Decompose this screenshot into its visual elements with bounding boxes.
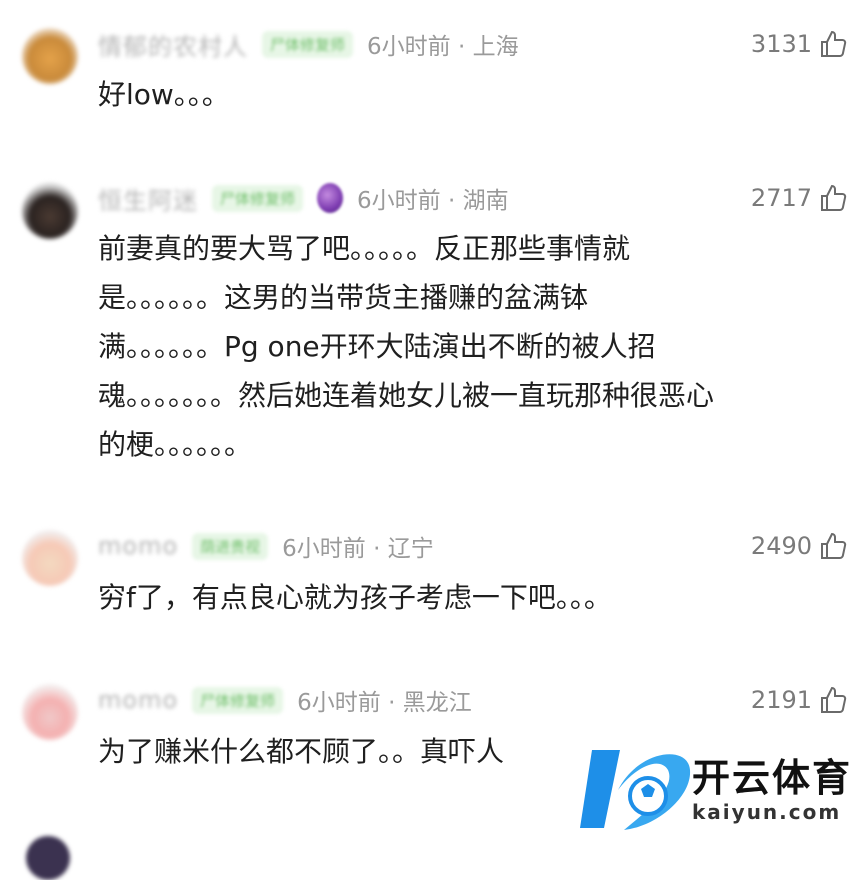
thumbs-up-icon (821, 532, 847, 559)
user-badge: 尸体修复师 (192, 686, 284, 714)
username[interactable]: 恒生阿迷 (98, 181, 198, 216)
username[interactable]: momo (98, 686, 178, 714)
like-count: 2490 (750, 532, 812, 560)
user-badge: 尸体修复师 (212, 184, 304, 212)
timestamp-location: 6小时前 · 黑龙江 (297, 690, 472, 716)
watermark: 开云体育 kaiyun.com (578, 740, 862, 840)
timestamp-location: 6小时前 · 辽宁 (282, 536, 434, 562)
thumbs-up-icon (821, 184, 847, 211)
avatar[interactable] (22, 530, 78, 586)
thumbs-up-icon (821, 686, 847, 713)
avatar[interactable] (22, 28, 78, 84)
username[interactable]: 情郁的农村人 (98, 27, 248, 62)
user-badge: 尸体修复师 (262, 30, 354, 58)
avatar[interactable] (22, 684, 78, 740)
like-button[interactable]: 2490 (751, 531, 848, 561)
like-count: 3131 (750, 30, 812, 58)
comment-text: 穷f了，有点良心就为孩子考虑一下吧。。。 (98, 581, 612, 614)
watermark-cn: 开云体育 (692, 756, 853, 800)
avatar (26, 836, 70, 880)
thumbs-up-icon (821, 30, 847, 57)
watermark-logo (578, 740, 698, 840)
medal-icon (317, 183, 344, 213)
timestamp-location: 6小时前 · 上海 (367, 34, 519, 60)
watermark-en: kaiyun.com (692, 800, 842, 824)
comment-text: 好low。。。 (98, 78, 230, 111)
timestamp-location: 6小时前 · 湖南 (357, 188, 509, 214)
avatar[interactable] (22, 183, 78, 239)
user-badge: 荫进贵视 (192, 532, 269, 560)
username[interactable]: momo (98, 532, 178, 560)
like-count: 2191 (750, 686, 812, 714)
like-button[interactable]: 3131 (751, 29, 848, 59)
like-count: 2717 (750, 184, 812, 212)
like-button[interactable]: 2717 (751, 183, 848, 213)
like-button[interactable]: 2191 (751, 685, 848, 715)
comment-text: 前妻真的要大骂了吧。。。。。反正那些事情就 是。。。。。。这男的当带货主播赚的盆… (98, 232, 715, 461)
